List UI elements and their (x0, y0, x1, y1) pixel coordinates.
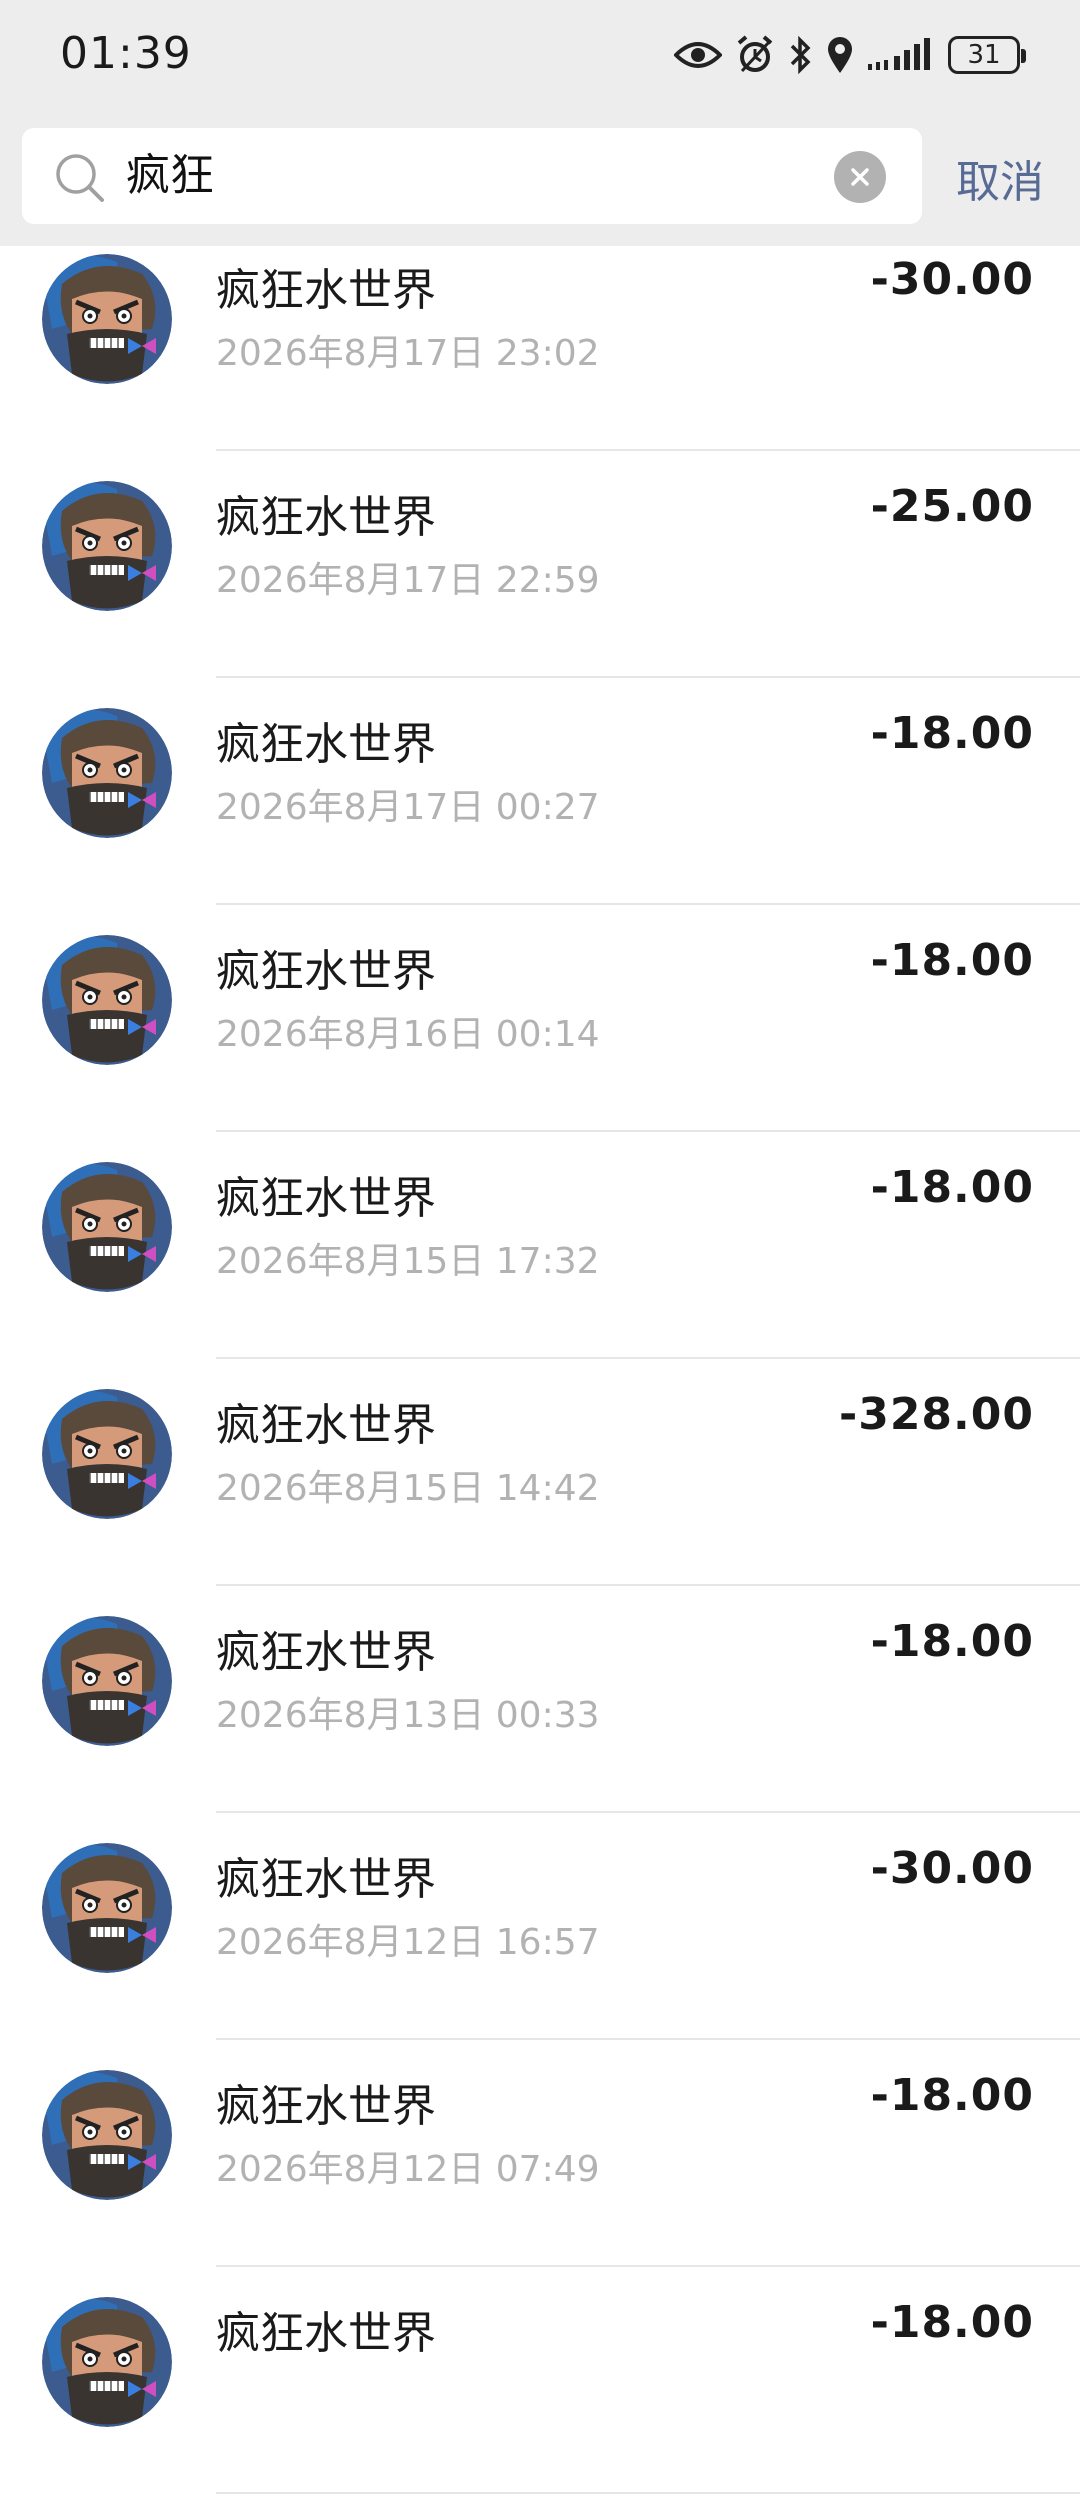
avatar (42, 1616, 172, 1746)
list-item[interactable]: 疯狂水世界 2026年8月17日 00:27 -18.00 (0, 678, 1080, 905)
merchant-name: 疯狂水世界 (216, 2081, 436, 2132)
transaction-time: 2026年8月15日 17:32 (216, 1241, 600, 1282)
merchant-name: 疯狂水世界 (216, 1854, 436, 1905)
avatar (42, 1843, 172, 1973)
list-item[interactable]: 疯狂水世界 2026年8月12日 16:57 -30.00 (0, 1813, 1080, 2040)
cancel-button[interactable]: 取消 (956, 146, 1044, 210)
transaction-time: 2026年8月17日 00:27 (216, 787, 600, 828)
search-box[interactable] (22, 128, 922, 224)
transaction-time: 2026年8月16日 00:14 (216, 1014, 600, 1055)
avatar (42, 708, 172, 838)
merchant-name: 疯狂水世界 (216, 2308, 436, 2359)
avatar (42, 254, 172, 384)
avatar (42, 1389, 172, 1519)
list-item[interactable]: 疯狂水世界 2026年8月17日 22:59 -25.00 (0, 451, 1080, 678)
transaction-amount: -18.00 (870, 1616, 1034, 1667)
avatar (42, 1162, 172, 1292)
avatar (42, 2297, 172, 2427)
merchant-name: 疯狂水世界 (216, 719, 436, 770)
battery-icon: 31 (948, 36, 1026, 74)
list-item[interactable]: 疯狂水世界 2026年8月15日 17:32 -18.00 (0, 1132, 1080, 1359)
transaction-amount: -18.00 (870, 2070, 1034, 2121)
transaction-amount: -25.00 (870, 481, 1034, 532)
transaction-amount: -18.00 (870, 2297, 1034, 2348)
merchant-name: 疯狂水世界 (216, 1173, 436, 1224)
merchant-name: 疯狂水世界 (216, 1400, 436, 1451)
status-bar: 01:39 31 (0, 0, 1080, 112)
avatar (42, 2070, 172, 2200)
merchant-name: 疯狂水世界 (216, 265, 436, 316)
clear-search-button[interactable] (834, 151, 886, 203)
location-icon (826, 35, 854, 75)
merchant-name: 疯狂水世界 (216, 492, 436, 543)
transaction-time: 2026年8月17日 23:02 (216, 333, 600, 374)
eye-icon (674, 39, 722, 71)
transaction-time: 2026年8月17日 22:59 (216, 560, 600, 601)
alarm-icon (736, 35, 774, 75)
transaction-time: 2026年8月15日 14:42 (216, 1468, 600, 1509)
merchant-name: 疯狂水世界 (216, 946, 436, 997)
list-item[interactable]: 疯狂水世界 2026年8月17日 23:02 -30.00 (0, 224, 1080, 451)
avatar (42, 481, 172, 611)
search-input[interactable] (126, 146, 826, 206)
transaction-amount: -328.00 (838, 1389, 1034, 1440)
list-item[interactable]: 疯狂水世界 2026年8月16日 00:14 -18.00 (0, 905, 1080, 1132)
battery-level: 31 (967, 40, 1001, 70)
list-item[interactable]: 疯狂水世界 -18.00 (0, 2267, 1080, 2494)
list-item[interactable]: 疯狂水世界 2026年8月12日 07:49 -18.00 (0, 2040, 1080, 2267)
avatar (42, 935, 172, 1065)
transaction-time: 2026年8月12日 16:57 (216, 1922, 600, 1963)
bluetooth-icon (788, 35, 812, 75)
status-icons: 31 (674, 30, 1026, 80)
close-icon (851, 168, 869, 186)
transaction-amount: -30.00 (870, 1843, 1034, 1894)
list-item[interactable]: 疯狂水世界 2026年8月13日 00:33 -18.00 (0, 1586, 1080, 1813)
transaction-time: 2026年8月13日 00:33 (216, 1695, 600, 1736)
signal-icon (868, 38, 934, 72)
search-icon (52, 150, 108, 206)
transaction-amount: -18.00 (870, 708, 1034, 759)
status-time: 01:39 (60, 28, 192, 79)
list-item[interactable]: 疯狂水世界 2026年8月15日 14:42 -328.00 (0, 1359, 1080, 1586)
transaction-amount: -18.00 (870, 935, 1034, 986)
transaction-amount: -18.00 (870, 1162, 1034, 1213)
transaction-amount: -30.00 (870, 254, 1034, 305)
merchant-name: 疯狂水世界 (216, 1627, 436, 1678)
transaction-time: 2026年8月12日 07:49 (216, 2149, 600, 2190)
